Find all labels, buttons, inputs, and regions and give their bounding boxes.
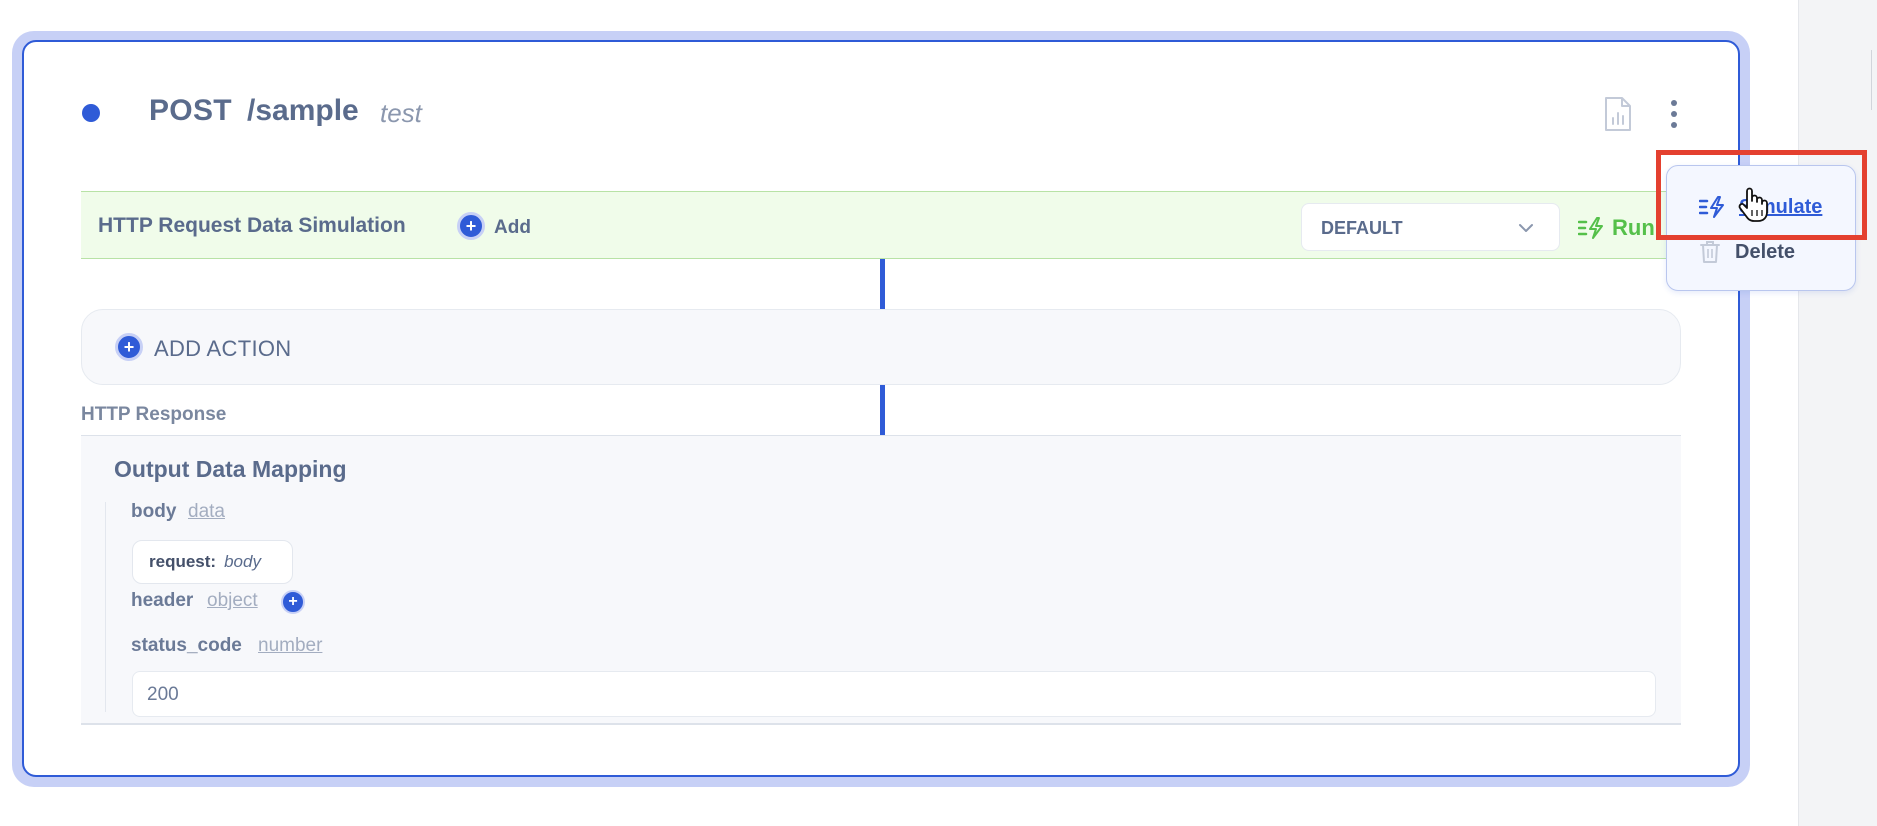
simulation-title: HTTP Request Data Simulation xyxy=(98,214,406,237)
plus-circle-icon[interactable]: + xyxy=(457,212,485,240)
simulation-select[interactable]: DEFAULT xyxy=(1301,203,1560,251)
kebab-menu-icon[interactable] xyxy=(1660,96,1688,132)
hand-cursor-icon xyxy=(1738,187,1768,222)
plus-circle-icon: + xyxy=(115,333,143,361)
menu-item-delete[interactable]: Delete xyxy=(1699,238,1795,266)
route-path: /sample xyxy=(247,94,359,127)
flow-connector xyxy=(880,385,885,435)
route-name: test xyxy=(380,98,422,128)
right-panel-gutter xyxy=(1798,0,1877,826)
file-chart-icon[interactable] xyxy=(1603,96,1633,132)
field-key-status-code: status_code xyxy=(131,635,242,656)
page: POST /sample test HTTP Request Data Simu… xyxy=(0,0,1877,826)
status-code-input[interactable]: 200 xyxy=(132,671,1656,717)
tree-line xyxy=(105,502,106,712)
lightning-list-icon xyxy=(1578,217,1603,239)
menu-delete-label: Delete xyxy=(1735,240,1796,263)
simulation-bar: HTTP Request Data Simulation + Add DEFAU… xyxy=(81,191,1681,259)
chevron-down-icon xyxy=(1519,224,1533,232)
run-label: Run xyxy=(1612,215,1655,240)
output-mapping-title: Output Data Mapping xyxy=(114,456,347,482)
field-type-status-code[interactable]: number xyxy=(258,635,322,657)
simulation-select-value: DEFAULT xyxy=(1321,218,1403,238)
simulation-add-button[interactable]: Add xyxy=(494,217,531,239)
field-type-header[interactable]: object xyxy=(207,590,258,612)
body-mapping-chip[interactable]: request: body xyxy=(132,540,293,584)
field-key-body: body xyxy=(131,501,177,522)
flow-connector xyxy=(880,259,885,309)
output-mapping-panel: Output Data Mapping body data request: b… xyxy=(81,436,1681,725)
field-type-body[interactable]: data xyxy=(188,501,225,523)
route-method: POST xyxy=(149,94,232,127)
chip-key: request: xyxy=(149,552,217,571)
field-key-header: header xyxy=(131,590,194,611)
add-header-icon[interactable]: + xyxy=(281,590,305,614)
add-action-button[interactable]: + ADD ACTION xyxy=(81,309,1681,385)
trash-icon xyxy=(1700,241,1720,263)
chip-value: body xyxy=(224,552,261,571)
status-dot xyxy=(82,104,100,122)
add-action-label: ADD ACTION xyxy=(154,336,292,361)
http-response-label: HTTP Response xyxy=(81,404,227,425)
